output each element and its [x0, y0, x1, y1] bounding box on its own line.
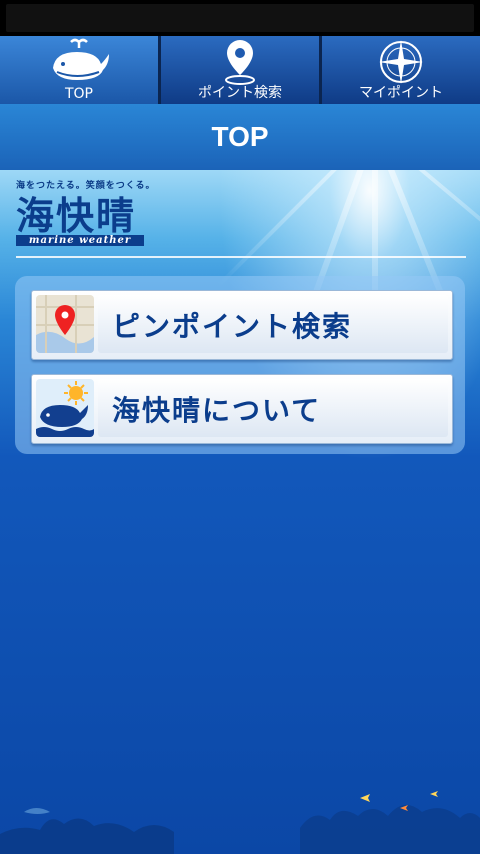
tab-top-label: TOP	[64, 86, 93, 102]
main-content: 海をつたえる。笑顔をつくる。 海快晴 marine weather ピンポイント…	[0, 170, 480, 854]
about-button[interactable]: 海快晴について	[31, 374, 453, 444]
menu-panel: ピンポイント検索 海快晴について	[15, 276, 465, 454]
tab-my-point[interactable]: マイポイント	[322, 36, 480, 104]
tab-top[interactable]: TOP	[0, 36, 161, 104]
pinpoint-search-button[interactable]: ピンポイント検索	[31, 290, 453, 360]
divider	[16, 256, 466, 258]
logo-subtitle: marine weather	[16, 235, 144, 246]
tab-bar: TOP ポイント検索 マイポイント	[0, 36, 480, 104]
compass-icon	[379, 40, 423, 84]
coral-reef-illustration	[0, 791, 480, 854]
button-face: ピンポイント検索	[98, 295, 448, 353]
logo-tagline: 海をつたえる。笑顔をつくる。	[16, 181, 156, 191]
whale-sun-icon	[36, 379, 94, 437]
page-title: TOP	[0, 104, 480, 172]
notification-area	[6, 4, 474, 32]
pinpoint-search-label: ピンポイント検索	[112, 310, 353, 343]
about-label: 海快晴について	[112, 394, 322, 427]
map-pin-icon	[36, 295, 94, 353]
map-pin-icon	[225, 40, 255, 85]
tab-my-point-label: マイポイント	[359, 85, 443, 101]
logo-mark: 海快晴	[16, 194, 137, 238]
button-face: 海快晴について	[98, 379, 448, 437]
whale-icon	[53, 38, 109, 80]
tab-point-search[interactable]: ポイント検索	[161, 36, 322, 104]
status-bar	[0, 0, 480, 36]
tab-point-search-label: ポイント検索	[198, 85, 282, 101]
app-logo: 海をつたえる。笑顔をつくる。 海快晴 marine weather	[16, 178, 156, 246]
